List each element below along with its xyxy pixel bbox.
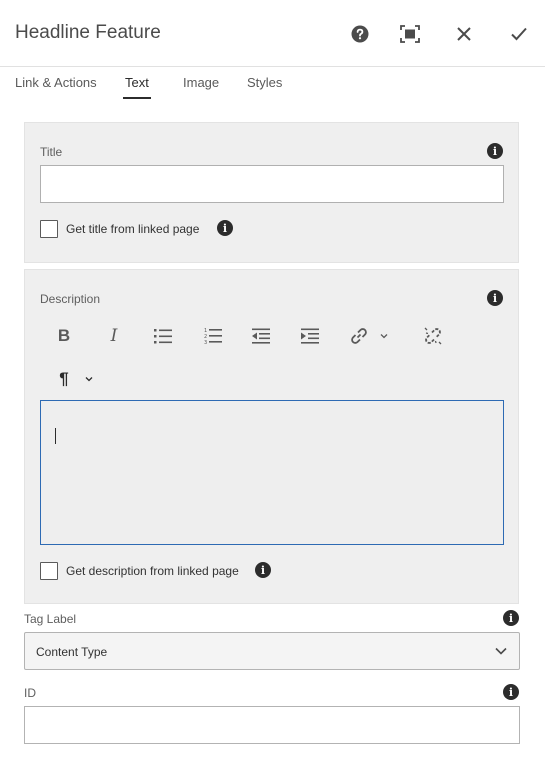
chevron-down-icon	[85, 377, 93, 382]
paragraph-icon: ¶	[59, 369, 69, 388]
tag-label-select[interactable]: Content Type	[24, 632, 520, 670]
italic-icon: I	[110, 326, 118, 346]
title-from-linked-label: Get title from linked page	[66, 222, 200, 236]
paragraph-format-button[interactable]: ¶	[50, 365, 78, 393]
tab-styles[interactable]: Styles	[247, 75, 282, 90]
numbered-list-button[interactable]: 1 2 3	[199, 322, 227, 350]
outdent-icon	[252, 328, 270, 344]
link-icon	[351, 328, 367, 344]
help-button[interactable]	[348, 22, 372, 46]
outdent-button[interactable]	[247, 322, 275, 350]
chevron-down-icon	[495, 647, 507, 655]
svg-text:3: 3	[204, 340, 207, 345]
id-input[interactable]	[24, 706, 520, 744]
bold-icon: B	[57, 326, 71, 345]
active-tab-indicator	[123, 97, 151, 99]
description-checkbox-info-icon[interactable]: i	[255, 562, 271, 578]
fullscreen-button[interactable]	[398, 22, 422, 46]
description-panel: Description i B I 1 2 3 ¶ Get descriptio…	[24, 269, 519, 604]
title-panel: Title i Get title from linked page i	[24, 122, 519, 263]
done-button[interactable]	[507, 22, 531, 46]
unlink-button[interactable]	[419, 322, 447, 350]
indent-icon	[301, 328, 319, 344]
title-label: Title	[40, 145, 63, 159]
description-from-linked-label: Get description from linked page	[66, 564, 239, 578]
unlink-icon	[424, 327, 442, 345]
chevron-down-icon	[380, 334, 388, 339]
link-button[interactable]	[345, 322, 373, 350]
tab-image[interactable]: Image	[183, 75, 219, 90]
tab-link-actions[interactable]: Link & Actions	[15, 75, 97, 90]
numbered-list-icon: 1 2 3	[204, 328, 222, 345]
title-input[interactable]	[40, 165, 504, 203]
paragraph-dropdown-button[interactable]	[82, 365, 96, 393]
description-editor[interactable]	[40, 400, 504, 545]
tab-bar: Link & Actions Text Image Styles	[0, 66, 545, 104]
dialog-title: Headline Feature	[15, 22, 161, 43]
id-info-icon[interactable]: i	[503, 684, 519, 700]
tag-label-info-icon[interactable]: i	[503, 610, 519, 626]
bullet-list-button[interactable]	[149, 322, 177, 350]
tag-label-selected: Content Type	[36, 645, 108, 659]
title-from-linked-checkbox[interactable]	[40, 220, 58, 238]
title-checkbox-info-icon[interactable]: i	[217, 220, 233, 236]
checkmark-icon	[511, 27, 527, 41]
description-info-icon[interactable]: i	[487, 290, 503, 306]
help-icon	[351, 25, 369, 43]
cancel-button[interactable]	[452, 22, 476, 46]
description-from-linked-checkbox[interactable]	[40, 562, 58, 580]
id-label: ID	[24, 686, 36, 700]
tab-text[interactable]: Text	[125, 75, 149, 90]
tag-label-label: Tag Label	[24, 612, 77, 626]
bullet-list-icon	[154, 329, 172, 344]
link-dropdown-button[interactable]	[377, 322, 391, 350]
description-label: Description	[40, 292, 101, 306]
title-info-icon[interactable]: i	[487, 143, 503, 159]
close-icon	[457, 27, 471, 41]
fullscreen-icon	[400, 25, 420, 43]
dialog-header: Headline Feature	[0, 0, 545, 67]
italic-button[interactable]: I	[100, 322, 128, 350]
bold-button[interactable]: B	[50, 322, 78, 350]
indent-button[interactable]	[296, 322, 324, 350]
